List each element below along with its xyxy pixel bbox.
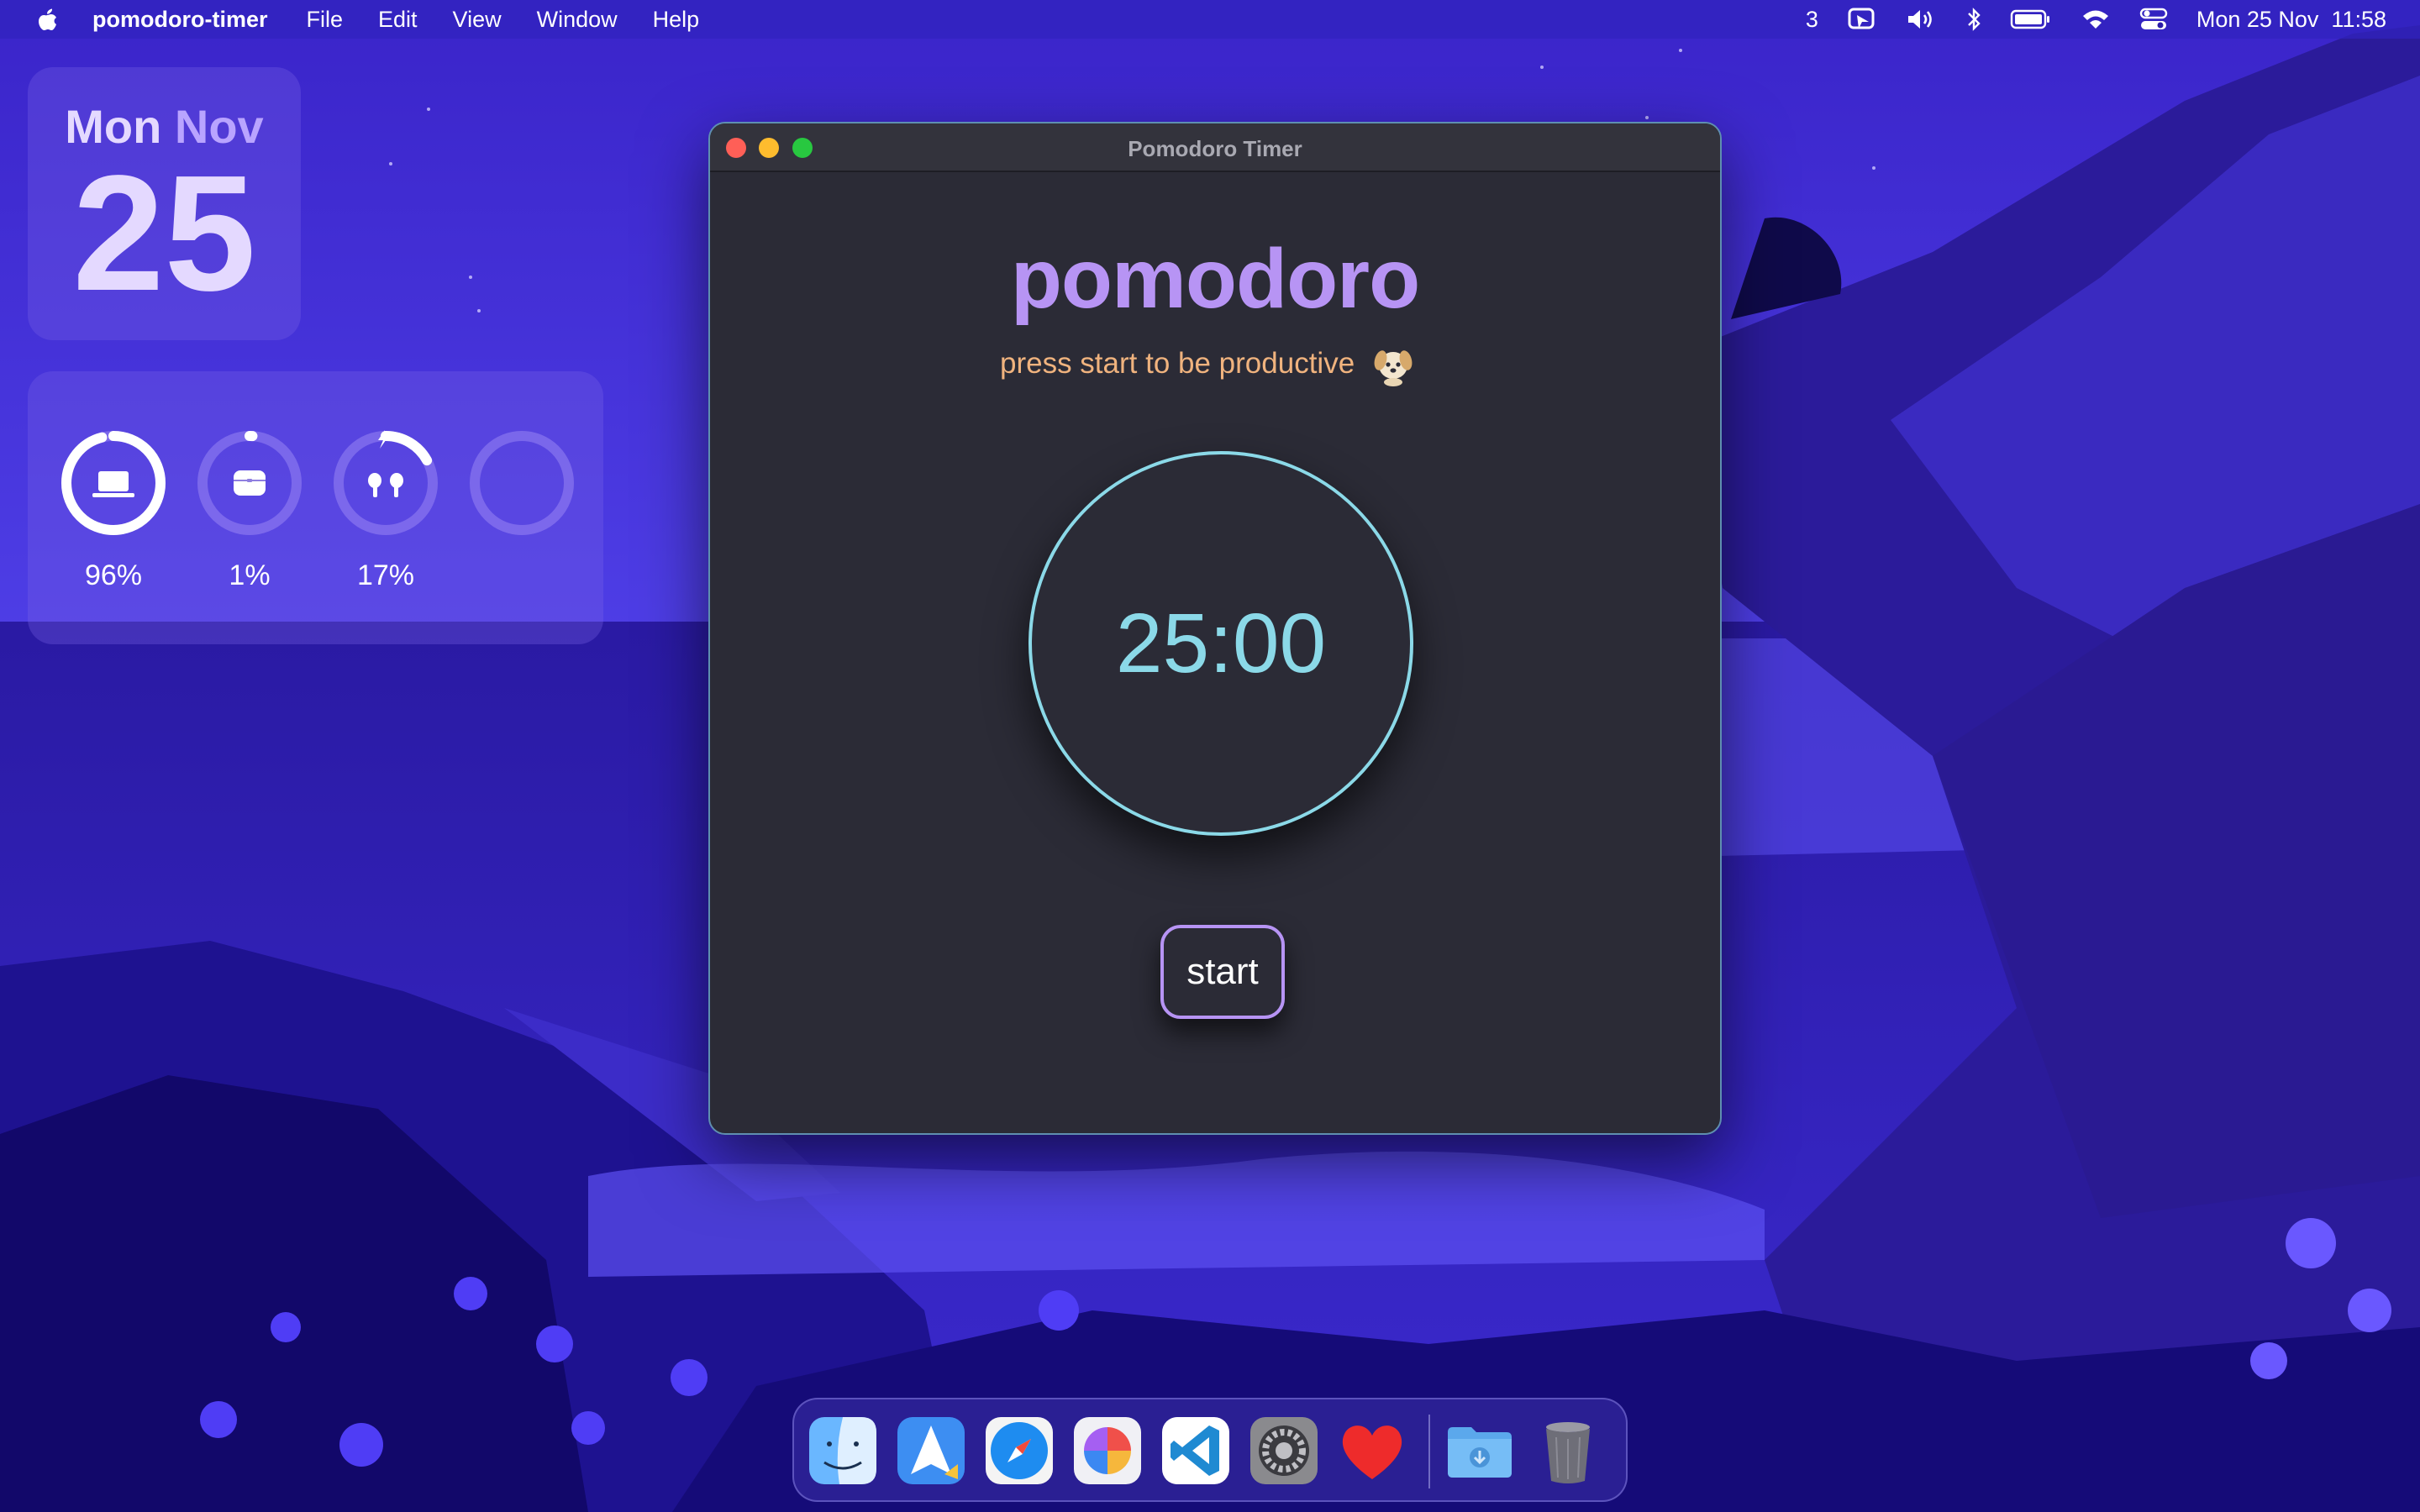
finder-icon[interactable] <box>806 1414 880 1488</box>
tagline-text: press start to be productive <box>1000 347 1355 380</box>
volume-icon[interactable] <box>1906 7 1938 32</box>
battery-level-airpods: 17% <box>356 559 415 591</box>
menu-edit[interactable]: Edit <box>378 7 418 33</box>
control-center-icon[interactable] <box>2139 7 2168 32</box>
trash-icon[interactable] <box>1531 1414 1605 1488</box>
downloads-folder-icon[interactable] <box>1443 1414 1517 1488</box>
vscode-icon[interactable] <box>1159 1414 1233 1488</box>
battery-ring-empty <box>467 428 576 538</box>
battery-level-laptop: 96% <box>84 559 143 591</box>
menu-bar: pomodoro-timer File Edit View Window Hel… <box>0 0 2420 39</box>
calendar-day: 25 <box>72 141 256 325</box>
window-titlebar[interactable]: Pomodoro Timer <box>710 123 1720 172</box>
screen-share-icon[interactable] <box>1847 7 1877 32</box>
batteries-widget[interactable]: 96% 1% 17% <box>28 371 603 644</box>
pixelmator-icon[interactable] <box>1071 1414 1144 1488</box>
system-settings-icon[interactable] <box>1247 1414 1321 1488</box>
dock-separator <box>1428 1415 1430 1488</box>
menu-help[interactable]: Help <box>653 7 700 33</box>
dock <box>792 1398 1628 1502</box>
battery-ring-laptop: 96% <box>59 428 168 591</box>
menu-file[interactable]: File <box>307 7 344 33</box>
battery-icon[interactable] <box>2010 8 2052 30</box>
window-title: Pomodoro Timer <box>1128 136 1302 161</box>
status-badge-count[interactable]: 3 <box>1806 7 1818 33</box>
battery-level-airpods-case: 1% <box>229 559 271 591</box>
start-button[interactable]: start <box>1160 925 1285 1019</box>
app-brand-title: pomodoro <box>1010 232 1420 326</box>
spark-mail-icon[interactable] <box>894 1414 968 1488</box>
apple-logo-icon[interactable] <box>34 5 60 34</box>
battery-ring-airpods: 17% <box>331 428 440 591</box>
menubar-clock[interactable]: Mon 25 Nov 11:58 <box>2196 7 2386 33</box>
menu-app-name[interactable]: pomodoro-timer <box>92 7 268 33</box>
menu-window[interactable]: Window <box>537 7 618 33</box>
tagline: press start to be productive <box>1000 340 1417 387</box>
wifi-icon[interactable] <box>2081 8 2111 31</box>
laptop-icon <box>92 471 134 497</box>
airpods-case-icon <box>234 470 266 496</box>
calendar-widget[interactable]: Mon Nov 25 <box>28 67 301 340</box>
safari-icon[interactable] <box>982 1414 1056 1488</box>
timer-dial: 25:00 <box>1028 451 1413 836</box>
puppy-emoji-icon <box>1374 350 1413 386</box>
menu-view[interactable]: View <box>453 7 502 33</box>
battery-ring-airpods-case: 1% <box>195 428 304 591</box>
heart-icon[interactable] <box>1335 1414 1409 1488</box>
pomodoro-window: Pomodoro Timer pomodoro press start to b… <box>708 122 1722 1135</box>
bluetooth-icon[interactable] <box>1966 7 1981 32</box>
airpods-icon <box>368 473 403 497</box>
timer-display: 25:00 <box>1115 596 1327 690</box>
